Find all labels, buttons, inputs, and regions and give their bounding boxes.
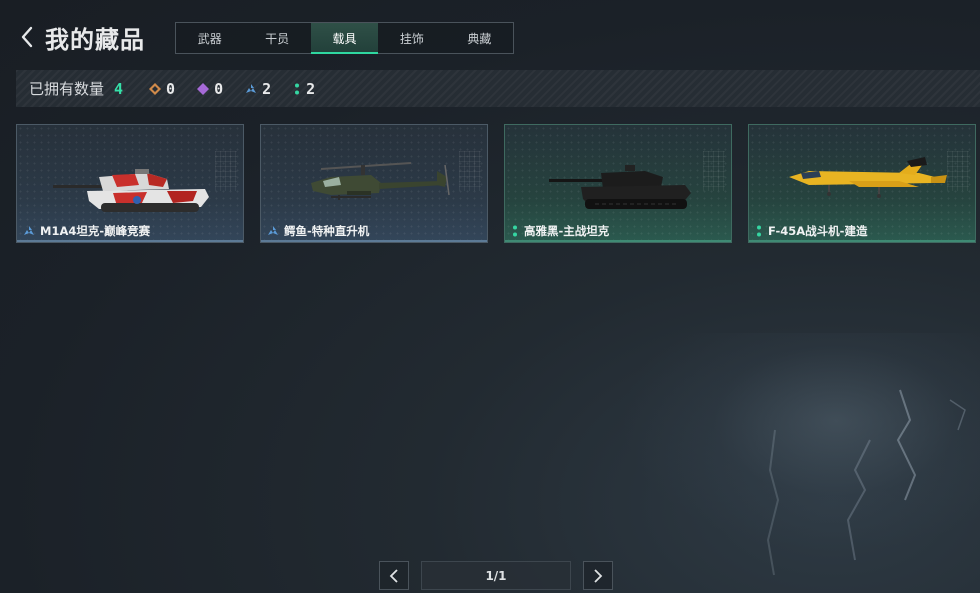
tab-label: 典藏 [467,31,492,46]
owned-stats-bar: 已拥有数量 4 0 0 2 2 [16,70,980,107]
card-label: F-45A战斗机-建造 [755,223,867,239]
tab-label: 武器 [197,31,222,46]
blue-rarity-icon [24,226,34,235]
tank-icon [549,165,691,209]
teal-rarity-icon [513,225,517,237]
rarity-bar [505,240,731,242]
background-storm-cloud [620,333,980,553]
rarity-count-blue: 2 [245,80,271,98]
rarity-bar [749,240,975,242]
card-label: M1A4坦克-巅峰竞赛 [23,223,150,239]
next-page-button[interactable] [583,561,613,590]
teal-rarity-icon [757,225,761,237]
tab-operators[interactable]: 干员 [243,23,310,53]
jet-icon [789,157,947,198]
page-indicator: 1/1 [421,561,571,590]
blue-chevron-icon [246,83,257,93]
collection-card[interactable]: 高雅黑-主战坦克 [504,124,732,243]
rarity-count: 2 [306,79,316,98]
owned-total-count: 4 [114,79,124,98]
item-name: 鳄鱼-特种直升机 [284,224,370,238]
collection-card[interactable]: 鳄鱼-特种直升机 [260,124,488,243]
collection-card[interactable]: M1A4坦克-巅峰竞赛 [16,124,244,243]
tab-label: 载具 [332,31,357,46]
rarity-bar [261,240,487,242]
tab-collection[interactable]: 典藏 [446,23,513,53]
tank-icon [53,169,209,212]
collection-card[interactable]: F-45A战斗机-建造 [748,124,976,243]
purple-diamond-icon [197,82,210,95]
tab-weapons[interactable]: 武器 [176,23,243,53]
owned-count-label: 已拥有数量 [29,80,105,98]
rarity-count-orange: 0 [149,80,175,98]
blue-rarity-icon [268,226,278,235]
chevron-right-icon [594,568,603,583]
rarity-count: 2 [262,79,272,98]
prev-page-button[interactable] [379,561,409,590]
helicopter-icon [311,162,450,200]
card-label: 高雅黑-主战坦克 [511,223,609,239]
category-tabs: 武器 干员 载具 挂饰 典藏 [175,22,514,54]
item-name: 高雅黑-主战坦克 [524,224,610,238]
back-button[interactable] [14,22,40,52]
tab-vehicles[interactable]: 载具 [310,23,379,54]
rarity-count-teal: 2 [293,80,315,98]
pagination: 1/1 [379,561,613,590]
orange-diamond-icon [149,82,162,95]
tab-charms[interactable]: 挂饰 [378,23,445,53]
chevron-left-icon [389,568,398,583]
tab-label: 干员 [265,31,290,46]
item-name: F-45A战斗机-建造 [768,224,868,238]
rarity-count: 0 [214,79,224,98]
page-title: 我的藏品 [45,26,145,54]
collection-grid: M1A4坦克-巅峰竞赛 鳄鱼-特种直升机 高雅黑-主战坦克 F-45A战斗机-建… [16,124,976,243]
lightning-decoration [766,389,966,576]
rarity-bar [17,240,243,242]
header: 我的藏品 武器 干员 载具 挂饰 典藏 [0,0,980,70]
rarity-count-purple: 0 [197,80,223,98]
tab-label: 挂饰 [399,31,424,46]
chevron-left-icon [21,26,33,48]
rarity-count: 0 [166,79,176,98]
teal-dots-icon [295,83,300,94]
item-name: M1A4坦克-巅峰竞赛 [40,224,151,238]
card-label: 鳄鱼-特种直升机 [267,223,369,239]
